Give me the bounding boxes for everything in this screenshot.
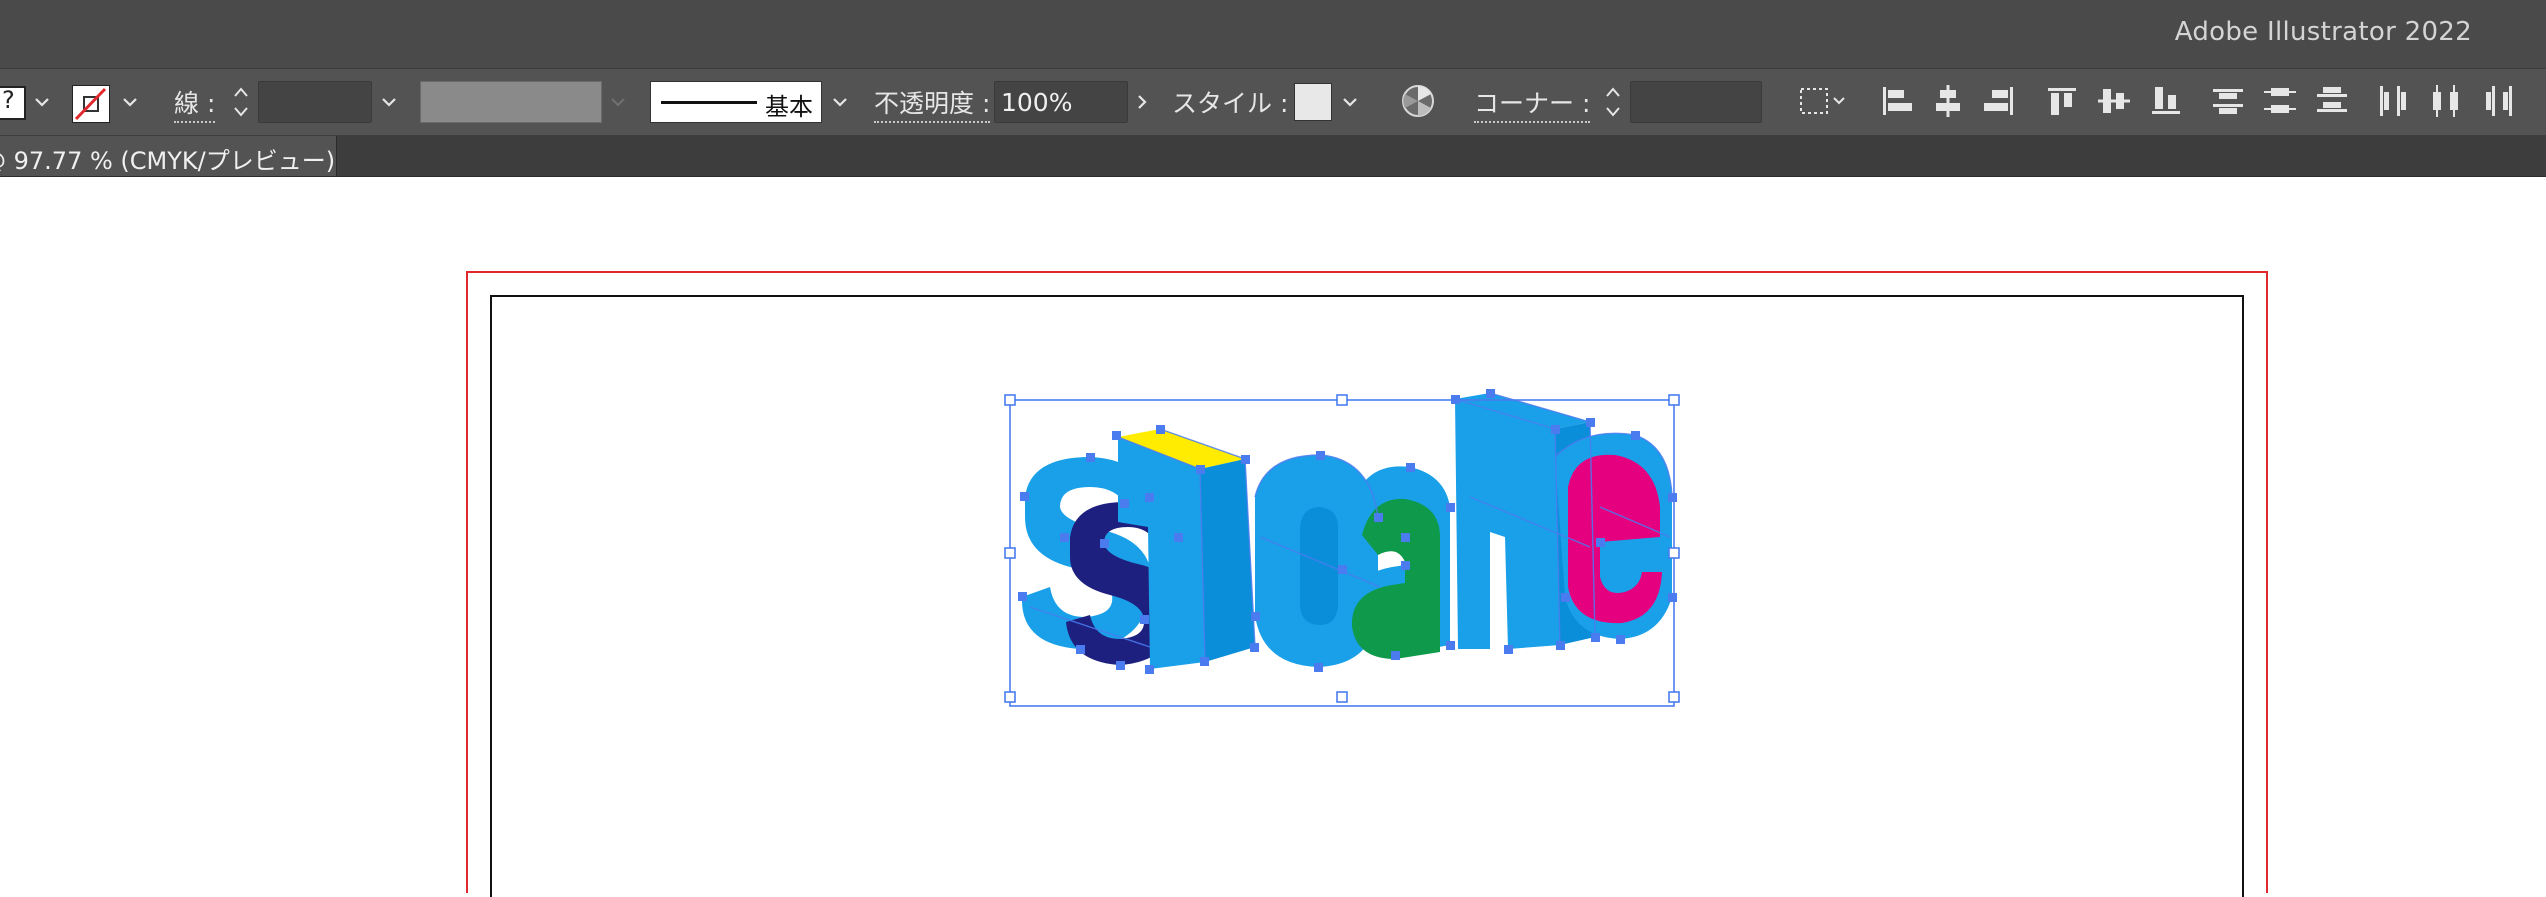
resize-handle-right[interactable] xyxy=(1668,547,1680,559)
resize-handle-bottom[interactable] xyxy=(1336,691,1348,703)
stroke-swatch[interactable] xyxy=(72,85,110,123)
recolor-artwork-icon[interactable] xyxy=(1398,81,1438,121)
align-to-selection-icon[interactable] xyxy=(1796,81,1850,121)
distribute-vcenter-icon[interactable] xyxy=(2260,81,2300,121)
distribute-hcenter-icon[interactable] xyxy=(2426,81,2466,121)
control-bar: ? 線 : 基本 不透明度 : 100% スタイル: コーナー: xyxy=(0,69,2546,136)
brush-line-preview xyxy=(661,101,757,104)
corner-label[interactable]: コーナー : xyxy=(1474,84,1591,123)
document-tab[interactable]: @ 97.77 % (CMYK/プレビュー) xyxy=(0,136,337,176)
style-label: スタイル : xyxy=(1172,89,1289,118)
distribute-top-icon[interactable] xyxy=(2208,81,2248,121)
opacity-field[interactable]: 100% xyxy=(994,81,1128,123)
stroke-weight-dropdown-chevron-icon[interactable] xyxy=(375,88,403,116)
style-dropdown-chevron-icon[interactable] xyxy=(1336,88,1364,116)
align-vcenter-icon[interactable] xyxy=(2094,81,2134,121)
distribute-right-icon[interactable] xyxy=(2478,81,2518,121)
align-left-icon[interactable] xyxy=(1876,81,1916,121)
document-tab-label: @ 97.77 % (CMYK/プレビュー) xyxy=(0,147,336,175)
fill-dropdown-chevron-icon[interactable] xyxy=(28,88,56,116)
title-bar: Adobe Illustrator 2022 xyxy=(0,0,2546,69)
resize-handle-bottom-left[interactable] xyxy=(1004,691,1016,703)
distribute-left-icon[interactable] xyxy=(2374,81,2414,121)
resize-handle-top-right[interactable] xyxy=(1668,394,1680,406)
variable-width-profile[interactable] xyxy=(420,81,602,123)
document-tab-bar: @ 97.77 % (CMYK/プレビュー) xyxy=(0,136,2546,177)
resize-handle-top[interactable] xyxy=(1336,394,1348,406)
canvas[interactable] xyxy=(0,177,2546,897)
opacity-value: 100% xyxy=(1001,88,1073,117)
letter-e-3d[interactable] xyxy=(1555,433,1672,639)
opacity-arrow-icon[interactable] xyxy=(1128,88,1156,116)
resize-handle-bottom-right[interactable] xyxy=(1668,691,1680,703)
align-hcenter-icon[interactable] xyxy=(1928,81,1968,121)
resize-handle-top-left[interactable] xyxy=(1004,394,1016,406)
distribute-bottom-icon[interactable] xyxy=(2312,81,2352,121)
stroke-label[interactable]: 線 : xyxy=(174,84,216,123)
brush-definition[interactable]: 基本 xyxy=(650,81,822,123)
align-top-icon[interactable] xyxy=(2042,81,2082,121)
stroke-weight-stepper-icon[interactable] xyxy=(230,80,252,124)
corner-stepper-icon[interactable] xyxy=(1602,80,1624,124)
opacity-label[interactable]: 不透明度 : xyxy=(874,84,991,123)
brush-definition-label: 基本 xyxy=(765,93,813,121)
fill-swatch[interactable]: ? xyxy=(0,86,26,120)
fill-swatch-label: ? xyxy=(2,86,15,114)
graphic-style-swatch[interactable] xyxy=(1294,83,1332,121)
brush-dropdown-chevron-icon[interactable] xyxy=(826,88,854,116)
align-right-icon[interactable] xyxy=(1980,81,2020,121)
corner-radius-field[interactable] xyxy=(1630,81,1762,123)
stroke-weight-field[interactable] xyxy=(258,81,372,123)
app-title: Adobe Illustrator 2022 xyxy=(2174,17,2472,47)
align-bottom-icon[interactable] xyxy=(2146,81,2186,121)
selected-3d-artwork[interactable] xyxy=(1000,387,1700,707)
resize-handle-left[interactable] xyxy=(1004,547,1016,559)
width-profile-chevron-icon[interactable] xyxy=(604,88,632,116)
no-stroke-icon xyxy=(74,87,107,121)
stroke-dropdown-chevron-icon[interactable] xyxy=(116,88,144,116)
